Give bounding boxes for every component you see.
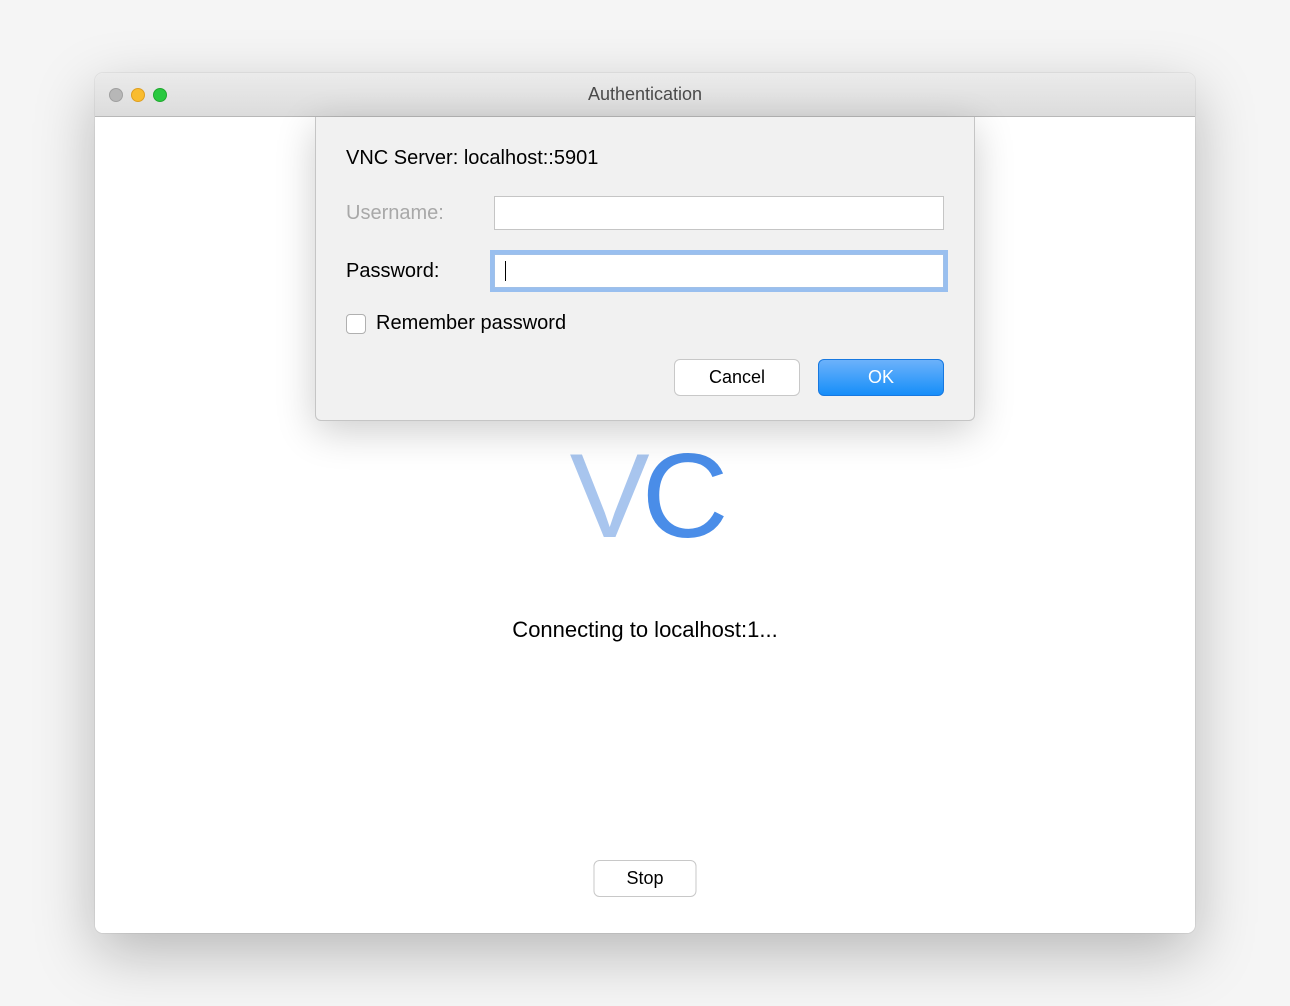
username-label: Username: [346, 202, 476, 225]
cancel-button-label: Cancel [709, 367, 765, 387]
window-title: Authentication [588, 84, 702, 105]
remember-password-row[interactable]: Remember password [346, 312, 944, 335]
ok-button[interactable]: OK [818, 359, 944, 396]
server-value: localhost::5901 [464, 147, 599, 169]
server-label: VNC Server: [346, 147, 458, 169]
server-info: VNC Server: localhost::5901 [346, 147, 944, 170]
text-cursor-icon [505, 261, 506, 281]
logo-v-letter: V [570, 429, 642, 563]
remember-checkbox[interactable] [346, 314, 366, 334]
minimize-icon[interactable] [131, 88, 145, 102]
stop-button[interactable]: Stop [593, 860, 696, 897]
password-field[interactable] [494, 254, 944, 288]
cancel-button[interactable]: Cancel [674, 359, 800, 396]
app-window: Authentication VC Connecting to localhos… [95, 73, 1195, 933]
auth-dialog: VNC Server: localhost::5901 Username: Pa… [315, 117, 975, 421]
vnc-logo: VC [570, 427, 721, 565]
titlebar: Authentication [95, 73, 1195, 117]
stop-button-label: Stop [626, 868, 663, 888]
connection-status: Connecting to localhost:1... [512, 617, 777, 643]
close-icon[interactable] [109, 88, 123, 102]
window-body: VC Connecting to localhost:1... Stop VNC… [95, 117, 1195, 933]
password-label: Password: [346, 260, 476, 283]
zoom-icon[interactable] [153, 88, 167, 102]
username-field[interactable] [494, 196, 944, 230]
logo-c-letter: C [642, 429, 721, 563]
traffic-lights [95, 88, 167, 102]
dialog-buttons: Cancel OK [346, 359, 944, 396]
remember-label: Remember password [376, 312, 566, 335]
ok-button-label: OK [868, 367, 894, 387]
